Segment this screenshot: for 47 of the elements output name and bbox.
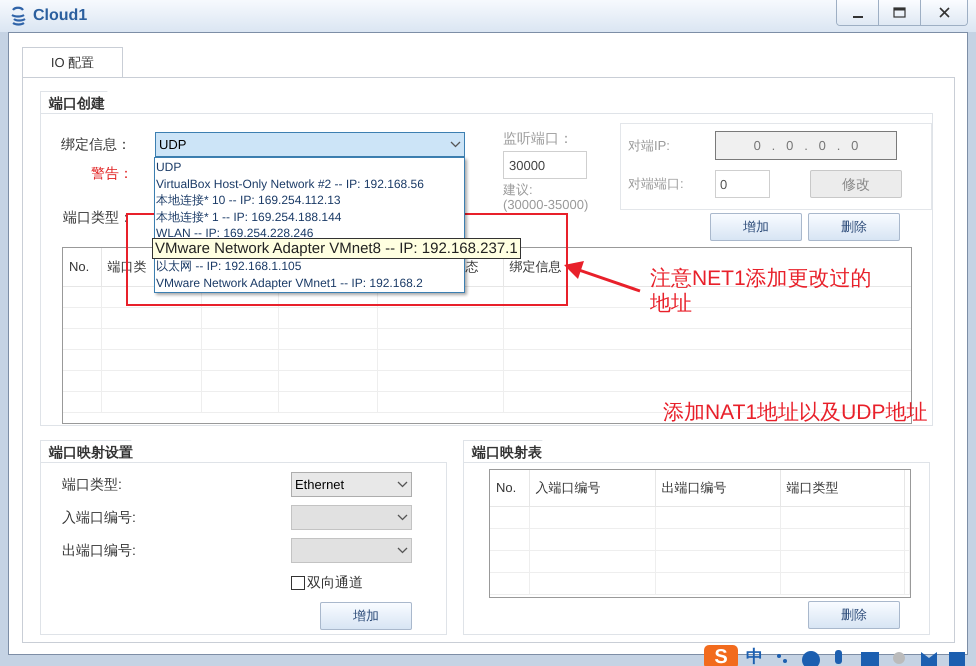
tooltip: VMware Network Adapter VMnet8 -- IP: 192.168.237.1 bbox=[152, 238, 521, 258]
tab[interactable]: IO 配置 bbox=[22, 47, 123, 77]
field-label: 对端IP: bbox=[628, 136, 671, 155]
close-icon bbox=[938, 7, 950, 18]
add-button[interactable]: 增加 bbox=[710, 213, 802, 241]
warning-label: 警告： bbox=[91, 164, 133, 183]
checkbox-label: 双向通道 bbox=[307, 573, 363, 592]
hint-text: (30000-35000) bbox=[503, 197, 590, 212]
checkbox[interactable] bbox=[291, 576, 305, 590]
dropdown-option[interactable]: 以太网 -- IP: 192.168.1.105 bbox=[155, 258, 464, 274]
column-header: 出端口编号 bbox=[662, 480, 726, 495]
dropdown-option[interactable]: UDP bbox=[155, 159, 464, 176]
column-header: No. bbox=[69, 259, 90, 274]
column-header: 入端口编号 bbox=[536, 480, 600, 495]
dropdown[interactable]: Ethernet bbox=[291, 472, 412, 497]
annotation-text: 添加NAT1地址以及UDP地址 bbox=[663, 400, 928, 425]
hint-text: 建议: bbox=[503, 182, 534, 197]
maximize-icon bbox=[893, 7, 906, 18]
field-label: 监听端口： bbox=[503, 129, 574, 148]
dropdown-option[interactable]: 本地连接* 1 -- IP: 169.254.188.144 bbox=[155, 208, 464, 225]
field-label: 入端口编号: bbox=[62, 508, 137, 527]
window-title: Cloud1 bbox=[33, 6, 88, 26]
chevron-down-icon bbox=[397, 481, 408, 488]
field-label: 出端口编号: bbox=[62, 541, 137, 560]
minimize-icon bbox=[852, 16, 862, 18]
column-header: 绑定信息 bbox=[510, 259, 562, 274]
close-button[interactable] bbox=[921, 0, 967, 25]
field-label: 绑定信息： bbox=[61, 135, 132, 154]
field-label: 对端端口: bbox=[628, 175, 685, 194]
chevron-down-icon bbox=[397, 514, 408, 521]
maximize-button[interactable] bbox=[879, 0, 921, 25]
column-header: No. bbox=[496, 480, 516, 495]
chevron-down-icon bbox=[397, 547, 408, 554]
chevron-down-icon bbox=[450, 141, 461, 148]
delete-button[interactable]: 删除 bbox=[808, 601, 900, 629]
column-header: 态 bbox=[466, 259, 478, 274]
dropdown-option[interactable]: VirtualBox Host-Only Network #2 -- IP: 192.168.56 bbox=[155, 176, 464, 192]
delete-button[interactable]: 删除 bbox=[808, 213, 900, 241]
cloud-icon bbox=[10, 6, 28, 26]
column-header: 端口类型 bbox=[786, 480, 838, 495]
dropdown[interactable]: UDP bbox=[155, 132, 465, 157]
add-button[interactable]: 增加 bbox=[320, 602, 412, 630]
ime-mode[interactable]: 中 bbox=[746, 645, 763, 666]
annotation-text: 注意NET1添加更改过的地址 bbox=[650, 266, 873, 316]
field-label: 端口类型: bbox=[62, 475, 123, 494]
dropdown-option[interactable]: VMware Network Adapter VMnet1 -- IP: 192.168.2 bbox=[155, 274, 464, 291]
dropdown-option[interactable]: 本地连接* 10 -- IP: 169.254.112.13 bbox=[155, 192, 464, 208]
